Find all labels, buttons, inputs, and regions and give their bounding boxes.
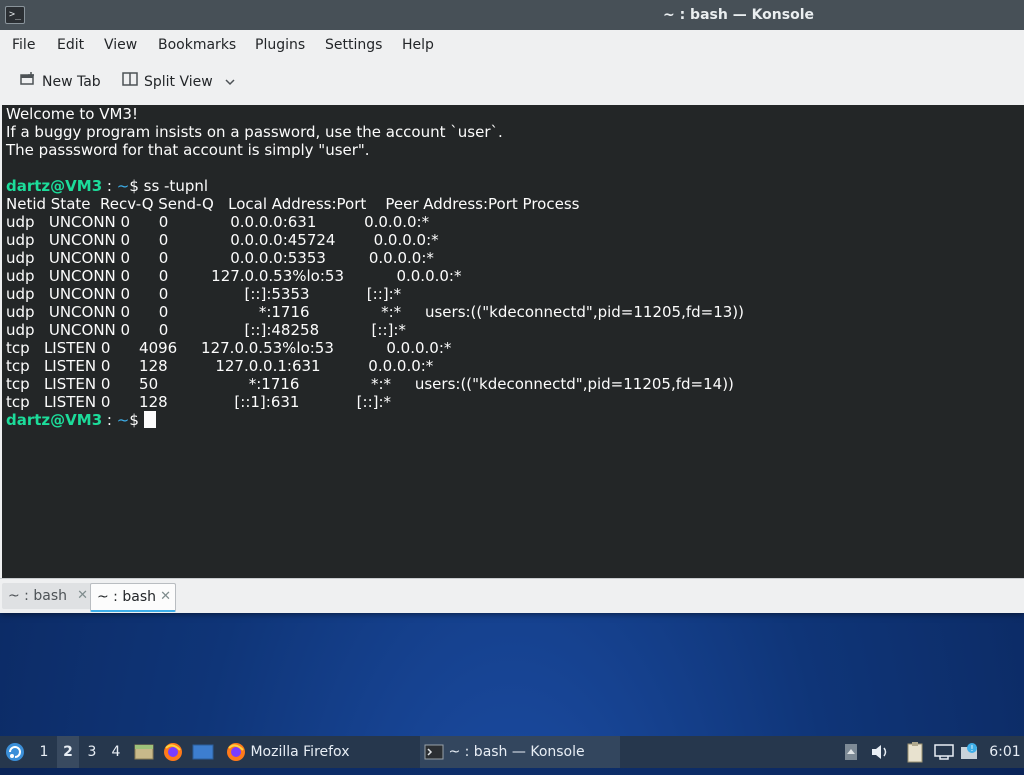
title-bar[interactable]: >_ ~ : bash — Konsole: [0, 0, 1024, 30]
menu-help[interactable]: Help: [402, 30, 434, 60]
output-row: udp UNCONN 0 0 0.0.0.0:631 0.0.0.0:*: [6, 213, 430, 231]
prompt-line: dartz@VM3 : ~$: [6, 411, 156, 429]
close-icon[interactable]: ✕: [160, 584, 171, 610]
tab-bash-1[interactable]: ~ : bash ✕: [2, 583, 92, 609]
menu-plugins[interactable]: Plugins: [255, 30, 305, 60]
workspace-4[interactable]: 4: [105, 736, 127, 768]
tray-up-arrow-icon[interactable]: [844, 736, 860, 768]
prompt-symbol: $: [129, 177, 144, 195]
workspace-1[interactable]: 1: [33, 736, 55, 768]
output-row: udp UNCONN 0 0 127.0.0.53%lo:53 0.0.0.0:…: [6, 267, 462, 285]
clock[interactable]: 6:01: [988, 736, 1022, 768]
file-manager-icon[interactable]: [134, 736, 156, 768]
welcome-line: Welcome to VM3!: [6, 105, 138, 123]
menu-bookmarks[interactable]: Bookmarks: [158, 30, 236, 60]
terminal-app-icon[interactable]: >_: [5, 6, 25, 24]
terminal-view[interactable]: Welcome to VM3! If a buggy program insis…: [2, 105, 1024, 578]
prompt-line: dartz@VM3 : ~$ ss -tupnl: [6, 177, 208, 195]
output-row: udp UNCONN 0 0 *:1716 *:* users:(("kdeco…: [6, 303, 745, 321]
tab-label: ~ : bash: [8, 588, 67, 604]
network-icon[interactable]: [934, 736, 956, 768]
firefox-icon[interactable]: [163, 736, 185, 768]
prompt-user: dartz@VM3: [6, 411, 103, 429]
clipboard-icon[interactable]: [906, 736, 928, 768]
menu-edit[interactable]: Edit: [57, 30, 84, 60]
new-tab-button[interactable]: New Tab: [20, 70, 101, 94]
toolbar: New Tab Split View: [0, 60, 1024, 104]
taskbar: 1 2 3 4 Mozilla Firefox ~ : bash — Konso…: [0, 736, 1024, 768]
task-firefox[interactable]: Mozilla Firefox: [222, 736, 420, 768]
workspace-2[interactable]: 2: [57, 736, 79, 768]
task-konsole[interactable]: ~ : bash — Konsole: [420, 736, 620, 768]
volume-icon[interactable]: [870, 736, 892, 768]
notification-icon[interactable]: !: [960, 736, 982, 768]
output-row: udp UNCONN 0 0 [::]:5353 [::]:*: [6, 285, 402, 303]
prompt-separator: :: [102, 411, 117, 429]
output-row: udp UNCONN 0 0 0.0.0.0:45724 0.0.0.0:*: [6, 231, 439, 249]
svg-text:!: !: [970, 744, 973, 753]
prompt-path: ~: [116, 177, 130, 195]
desktop-icon[interactable]: [192, 736, 216, 768]
task-label: ~ : bash — Konsole: [448, 744, 585, 760]
menu-bar: File Edit View Bookmarks Plugins Setting…: [0, 30, 1024, 60]
task-label: Mozilla Firefox: [250, 744, 350, 760]
output-row: tcp LISTEN 0 4096 127.0.0.53%lo:53 0.0.0…: [6, 339, 452, 357]
menu-view[interactable]: View: [104, 30, 137, 60]
welcome-line: The passsword for that account is simply…: [6, 141, 370, 159]
terminal-icon: [424, 744, 444, 760]
output-row: udp UNCONN 0 0 0.0.0.0:5353 0.0.0.0:*: [6, 249, 434, 267]
konsole-window: >_ ~ : bash — Konsole File Edit View Boo…: [0, 0, 1024, 613]
output-header: Netid State Recv-Q Send-Q Local Address:…: [6, 195, 580, 213]
split-view-button[interactable]: Split View: [122, 70, 241, 94]
prompt-symbol: $: [129, 411, 144, 429]
new-tab-label: New Tab: [42, 74, 101, 90]
menu-settings[interactable]: Settings: [325, 30, 382, 60]
tab-bar: ~ : bash ✕ ~ : bash ✕: [0, 578, 1024, 613]
tab-label: ~ : bash: [97, 589, 156, 605]
output-row: tcp LISTEN 0 128 127.0.0.1:631 0.0.0.0:*: [6, 357, 434, 375]
output-row: tcp LISTEN 0 50 *:1716 *:* users:(("kdec…: [6, 375, 734, 393]
start-menu-button[interactable]: [4, 736, 30, 768]
text-cursor: [143, 411, 156, 428]
welcome-line: If a buggy program insists on a password…: [6, 123, 503, 141]
chevron-down-icon[interactable]: [225, 70, 235, 94]
lxqt-logo-icon: [6, 743, 24, 761]
new-tab-icon: [20, 70, 36, 94]
firefox-icon: [227, 743, 245, 761]
prompt-path: ~: [116, 411, 130, 429]
window-title: ~ : bash — Konsole: [662, 7, 814, 23]
prompt-user: dartz@VM3: [6, 177, 103, 195]
menu-file[interactable]: File: [12, 30, 35, 60]
tab-bash-2[interactable]: ~ : bash ✕: [90, 583, 176, 612]
close-icon[interactable]: ✕: [77, 583, 88, 609]
workspace-3[interactable]: 3: [81, 736, 103, 768]
split-view-icon: [122, 70, 138, 94]
output-row: udp UNCONN 0 0 [::]:48258 [::]:*: [6, 321, 406, 339]
command-text: ss -tupnl: [143, 177, 209, 195]
prompt-separator: :: [102, 177, 117, 195]
output-row: tcp LISTEN 0 128 [::1]:631 [::]:*: [6, 393, 392, 411]
split-view-label: Split View: [144, 74, 213, 90]
